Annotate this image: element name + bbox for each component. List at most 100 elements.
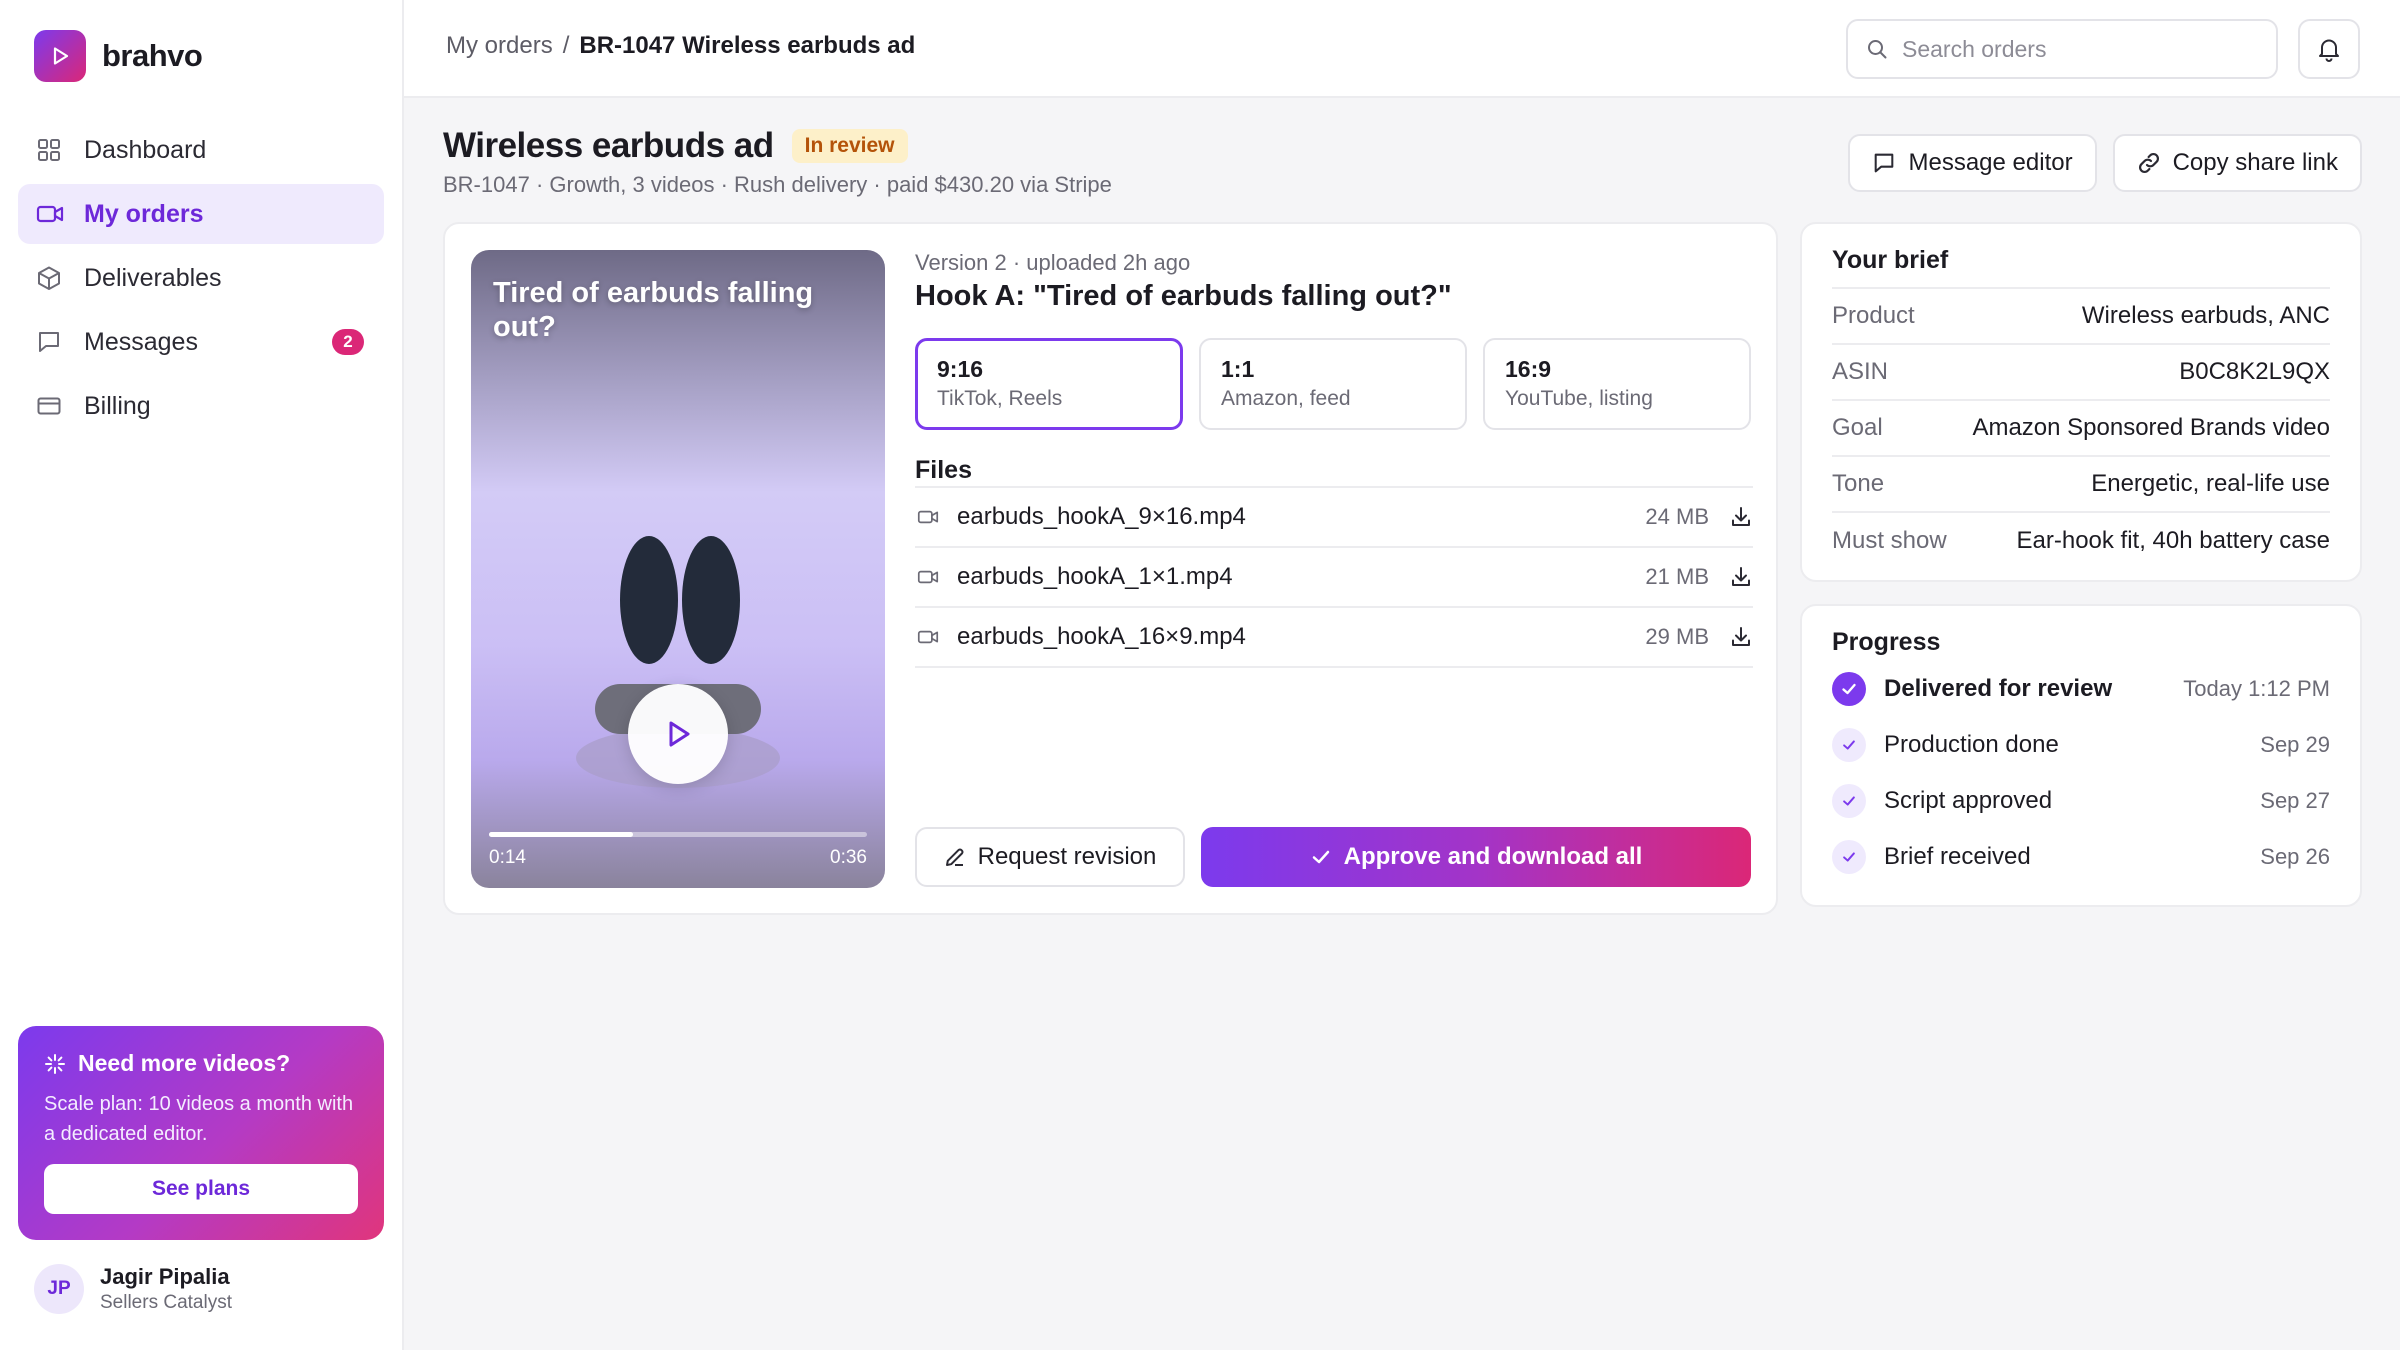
brand-logo-icon bbox=[34, 30, 86, 82]
sidebar-item-billing[interactable]: Billing bbox=[18, 376, 384, 436]
order-meta: BR-1047 · Growth, 3 videos · Rush delive… bbox=[443, 172, 1112, 197]
brief-row-product: Product Wireless earbuds, ANC bbox=[1832, 289, 2330, 345]
step-date: Sep 26 bbox=[2260, 844, 2330, 869]
current-time: 0:14 bbox=[489, 847, 526, 868]
page-title: Wireless earbuds ad bbox=[443, 126, 774, 165]
check-circle-icon bbox=[1832, 728, 1866, 762]
search-box[interactable] bbox=[1846, 19, 2278, 79]
order-heading: Wireless earbuds ad In review bbox=[443, 126, 908, 166]
format-option-9-16[interactable]: 9:16 TikTok, Reels bbox=[915, 338, 1183, 430]
message-editor-button[interactable]: Message editor bbox=[1848, 134, 2097, 192]
notifications-button[interactable] bbox=[2298, 19, 2360, 79]
file-name: earbuds_hookA_1×1.mp4 bbox=[957, 563, 1233, 590]
brief-value: Energetic, real-life use bbox=[2091, 470, 2330, 497]
unread-count-badge: 2 bbox=[332, 329, 364, 355]
duration: 0:36 bbox=[830, 847, 867, 868]
download-icon[interactable] bbox=[1729, 505, 1753, 529]
step-date: Sep 27 bbox=[2260, 788, 2330, 813]
breadcrumb: My orders / BR-1047 Wireless earbuds ad bbox=[446, 32, 915, 60]
download-icon[interactable] bbox=[1729, 625, 1753, 649]
format-option-1-1[interactable]: 1:1 Amazon, feed bbox=[1199, 338, 1467, 430]
file-name: earbuds_hookA_9×16.mp4 bbox=[957, 503, 1246, 530]
step-date: Today 1:12 PM bbox=[2183, 676, 2330, 701]
progress-title: Progress bbox=[1832, 628, 1941, 656]
format-selector: 9:16 TikTok, Reels 1:1 Amazon, feed 16:9… bbox=[915, 338, 1751, 430]
hook-title: Hook A: "Tired of earbuds falling out?" bbox=[915, 280, 1452, 312]
brief-row-goal: Goal Amazon Sponsored Brands video bbox=[1832, 401, 2330, 457]
file-row[interactable]: earbuds_hookA_9×16.mp4 24 MB bbox=[915, 488, 1753, 548]
video-caption: Tired of earbuds falling out? bbox=[493, 277, 814, 343]
user-profile[interactable]: JP Jagir Pipalia Sellers Catalyst bbox=[34, 1264, 232, 1314]
files-list: earbuds_hookA_9×16.mp4 24 MB earbuds_hoo… bbox=[915, 486, 1753, 668]
sidebar-item-messages[interactable]: Messages 2 bbox=[18, 312, 384, 372]
status-badge: In review bbox=[791, 129, 908, 163]
search-input[interactable] bbox=[1902, 35, 2242, 63]
brief-card: Your brief Product Wireless earbuds, ANC… bbox=[1800, 222, 2362, 582]
video-icon bbox=[36, 200, 64, 228]
step-label: Brief received bbox=[1884, 843, 2031, 870]
format-use: Amazon, feed bbox=[1221, 387, 1351, 410]
brief-label: ASIN bbox=[1832, 358, 1889, 385]
brief-value: Ear-hook fit, 40h battery case bbox=[2016, 527, 2331, 554]
format-use: YouTube, listing bbox=[1505, 387, 1653, 410]
brief-value: Amazon Sponsored Brands video bbox=[1972, 414, 2330, 441]
brief-row-asin: ASIN B0C8K2L9QX bbox=[1832, 345, 2330, 401]
format-ratio: 16:9 bbox=[1505, 356, 1552, 382]
video-scrubber[interactable] bbox=[489, 832, 867, 837]
user-name: Jagir Pipalia bbox=[100, 1264, 230, 1289]
check-circle-icon bbox=[1832, 672, 1866, 706]
credit-card-icon bbox=[36, 392, 64, 420]
brief-label: Product bbox=[1832, 302, 1915, 329]
video-file-icon bbox=[915, 627, 941, 647]
sidebar-item-deliverables[interactable]: Deliverables bbox=[18, 248, 384, 308]
play-button[interactable] bbox=[628, 684, 728, 784]
sidebar-item-label: My orders bbox=[84, 199, 204, 228]
approve-and-download-button[interactable]: Approve and download all bbox=[1201, 827, 1751, 887]
format-ratio: 9:16 bbox=[937, 356, 984, 382]
file-row[interactable]: earbuds_hookA_16×9.mp4 29 MB bbox=[915, 608, 1753, 668]
file-size: 24 MB bbox=[1645, 504, 1709, 529]
message-icon bbox=[1872, 151, 1896, 175]
progress-step: Script approved Sep 27 bbox=[1832, 773, 2330, 829]
link-icon bbox=[2137, 151, 2161, 175]
sidebar-item-label: Deliverables bbox=[84, 263, 222, 292]
request-revision-button[interactable]: Request revision bbox=[915, 827, 1185, 887]
brand[interactable]: brahvo bbox=[34, 30, 203, 82]
sidebar-item-label: Messages bbox=[84, 327, 198, 356]
play-icon bbox=[661, 717, 695, 751]
brand-name: brahvo bbox=[102, 38, 203, 73]
file-row[interactable]: earbuds_hookA_1×1.mp4 21 MB bbox=[915, 548, 1753, 608]
version-info: Version 2 · uploaded 2h ago bbox=[915, 250, 1191, 275]
file-size: 29 MB bbox=[1645, 624, 1709, 649]
brief-label: Tone bbox=[1832, 470, 1885, 497]
format-option-16-9[interactable]: 16:9 YouTube, listing bbox=[1483, 338, 1751, 430]
video-player[interactable]: Tired of earbuds falling out? 0:14 0:36 bbox=[471, 250, 885, 888]
breadcrumb-my-orders-link[interactable]: My orders bbox=[446, 32, 553, 60]
search-icon bbox=[1866, 38, 1888, 60]
brief-label: Must show bbox=[1832, 527, 1947, 554]
see-plans-button[interactable]: See plans bbox=[44, 1164, 358, 1214]
progress-step: Production done Sep 29 bbox=[1832, 717, 2330, 773]
step-date: Sep 29 bbox=[2260, 732, 2330, 757]
sidebar-item-my-orders[interactable]: My orders bbox=[18, 184, 384, 244]
file-size: 21 MB bbox=[1645, 564, 1709, 589]
copy-share-link-button[interactable]: Copy share link bbox=[2112, 134, 2362, 192]
brief-row-must-show: Must show Ear-hook fit, 40h battery case bbox=[1832, 513, 2330, 569]
breadcrumb-current: BR-1047 Wireless earbuds ad bbox=[579, 32, 916, 59]
check-icon bbox=[1310, 846, 1332, 868]
promo-text: Scale plan: 10 videos a month with a ded… bbox=[44, 1093, 354, 1145]
breadcrumb-separator: / bbox=[562, 32, 570, 59]
bell-icon bbox=[2316, 36, 2342, 62]
progress-step: Brief received Sep 26 bbox=[1832, 829, 2330, 885]
download-icon[interactable] bbox=[1729, 565, 1753, 589]
upgrade-promo-card: Need more videos? Scale plan: 10 videos … bbox=[18, 1026, 384, 1240]
pencil-icon bbox=[944, 846, 966, 868]
promo-title: Need more videos? bbox=[44, 1050, 358, 1077]
grid-icon bbox=[36, 136, 64, 164]
user-org: Sellers Catalyst bbox=[100, 1292, 232, 1313]
sidebar-item-label: Billing bbox=[84, 391, 151, 420]
video-scrubber-fill bbox=[489, 832, 633, 837]
brief-title: Your brief bbox=[1832, 246, 2330, 289]
avatar: JP bbox=[34, 1264, 84, 1314]
sidebar-item-dashboard[interactable]: Dashboard bbox=[18, 120, 384, 180]
